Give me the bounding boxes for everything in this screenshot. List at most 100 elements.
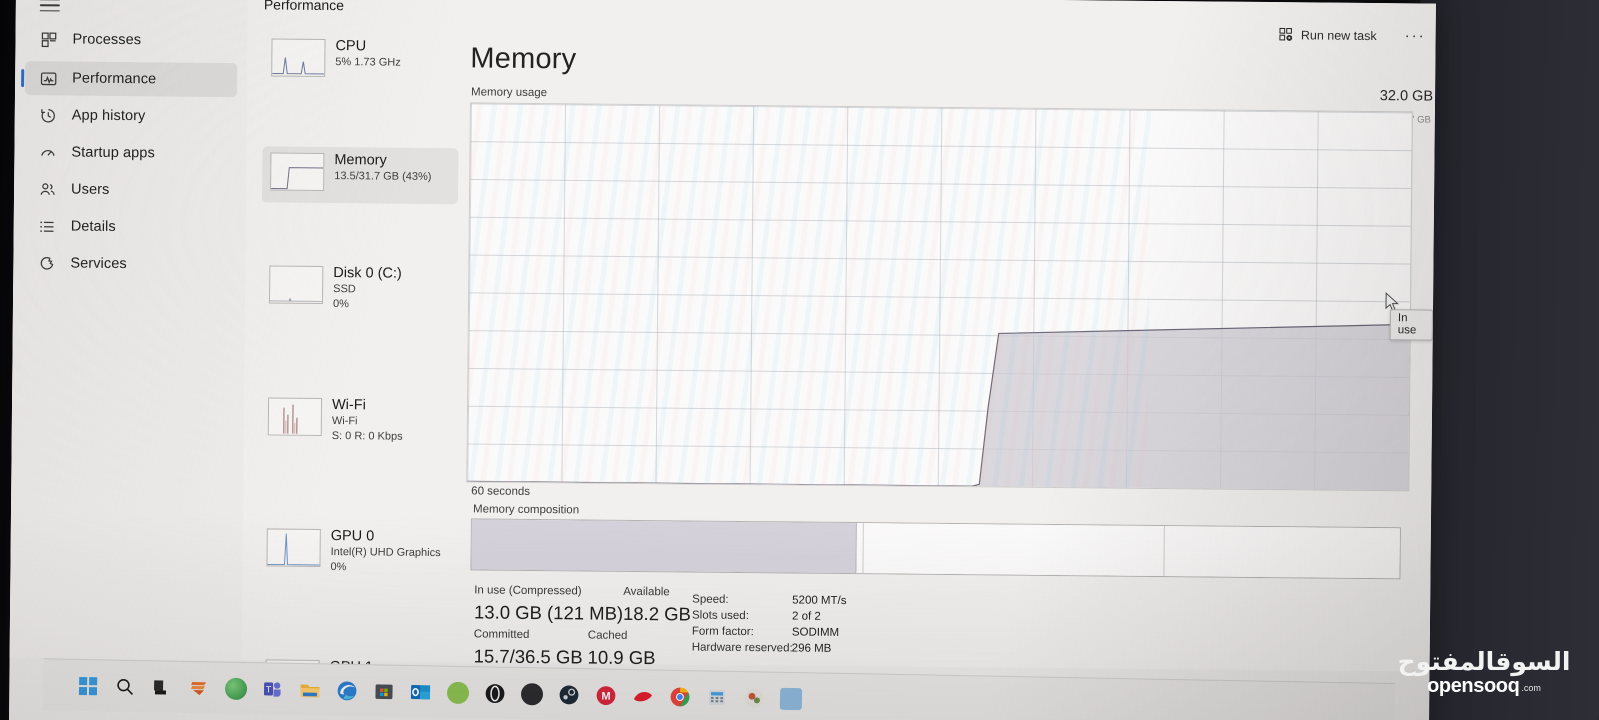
folder-icon bbox=[299, 684, 320, 697]
app-icon-3[interactable]: M bbox=[587, 678, 625, 713]
resource-detail: 5% 1.73 GHz bbox=[335, 56, 401, 69]
app-glyph bbox=[779, 687, 802, 710]
chrome-icon[interactable] bbox=[661, 679, 699, 714]
performance-icon bbox=[40, 71, 57, 85]
app-icon-2[interactable] bbox=[513, 676, 551, 711]
composition-segment-standby bbox=[863, 523, 1166, 577]
resource-name: Memory bbox=[334, 152, 387, 169]
sidebar-item-label: Details bbox=[70, 218, 116, 235]
sidebar-item-users[interactable]: Users bbox=[24, 172, 236, 208]
resource-list: CPU 5% 1.73 GHz Memory 13.5/31.7 GB (43%… bbox=[260, 32, 460, 705]
sidebar-item-performance[interactable]: Performance bbox=[21, 61, 238, 98]
cached-value: 10.9 GB bbox=[587, 646, 656, 669]
windows-logo-icon bbox=[78, 676, 97, 695]
sidebar-item-services[interactable]: Services bbox=[23, 246, 235, 282]
app-icon-4[interactable] bbox=[624, 678, 662, 713]
resource-value: 0% bbox=[332, 298, 349, 311]
hamburger-menu-icon[interactable] bbox=[36, 0, 84, 21]
calculator-glyph-icon bbox=[708, 689, 725, 705]
outlook-icon[interactable] bbox=[402, 674, 440, 709]
app-glyph bbox=[224, 677, 247, 700]
resource-item-memory[interactable]: Memory 13.5/31.7 GB (43%) bbox=[261, 146, 459, 205]
memory-usage-caption: Memory usage bbox=[470, 86, 548, 100]
search-icon bbox=[116, 678, 133, 695]
edge-icon[interactable] bbox=[328, 673, 366, 708]
page-title: Memory bbox=[470, 42, 577, 76]
resource-name: Wi-Fi bbox=[331, 397, 366, 414]
users-icon bbox=[40, 182, 55, 195]
resource-item-gpu0[interactable]: GPU 0 Intel(R) UHD Graphics 0% bbox=[258, 522, 455, 592]
services-icon bbox=[40, 256, 54, 270]
app-icon-1[interactable] bbox=[217, 671, 255, 706]
sidebar-item-label: App history bbox=[71, 107, 146, 125]
teams-icon[interactable]: T bbox=[254, 672, 292, 707]
cached-label: Cached bbox=[587, 629, 628, 642]
resource-name: GPU 0 bbox=[330, 528, 375, 545]
app-glyph bbox=[446, 681, 469, 704]
opensooq-watermark: السوقالمفتوح opensooq .com bbox=[1377, 630, 1591, 714]
utorrent-icon[interactable] bbox=[439, 675, 477, 710]
startup-apps-icon bbox=[41, 149, 55, 156]
slots-label: Slots used: bbox=[691, 609, 749, 623]
selection-marker bbox=[21, 69, 25, 88]
sidebar-item-label: Performance bbox=[72, 70, 157, 88]
store-icon[interactable] bbox=[365, 674, 403, 709]
memory-mini-graph bbox=[270, 152, 325, 191]
search-button[interactable] bbox=[106, 669, 144, 704]
file-explorer-icon[interactable] bbox=[291, 672, 329, 707]
app-glyph bbox=[633, 691, 652, 701]
outlook-logo-icon bbox=[410, 684, 430, 699]
hardware-reserved-label: Hardware reserved: bbox=[691, 641, 793, 655]
sidebar-item-label: Services bbox=[70, 255, 127, 273]
edge-logo-icon bbox=[337, 680, 356, 700]
steam-icon[interactable] bbox=[550, 677, 588, 712]
app-glyph bbox=[744, 688, 763, 708]
start-button[interactable] bbox=[69, 668, 107, 703]
resource-item-wifi[interactable]: Wi-Fi Wi-Fi S: 0 R: 0 Kbps bbox=[260, 391, 457, 461]
resource-name: CPU bbox=[335, 38, 367, 55]
task-view-button[interactable] bbox=[143, 670, 181, 705]
form-factor-value: SODIMM bbox=[791, 626, 840, 639]
committed-label: Committed bbox=[473, 628, 530, 641]
memory-composition-bar[interactable] bbox=[470, 518, 1401, 580]
sidebar-item-startup-apps[interactable]: Startup apps bbox=[24, 135, 236, 171]
resource-detail: 13.5/31.7 GB (43%) bbox=[334, 170, 432, 183]
graph-tooltip: In use bbox=[1389, 309, 1433, 341]
memory-usage-series bbox=[467, 323, 1410, 491]
memory-statistics: In use (Compressed) 13.0 GB (121 MB) Ava… bbox=[468, 584, 1419, 673]
resource-detail: Wi-Fi bbox=[331, 415, 358, 428]
run-new-task-label: Run new task bbox=[1300, 27, 1377, 43]
resource-item-disk0[interactable]: Disk 0 (C:) SSD 0% bbox=[261, 259, 458, 329]
in-use-value: 13.0 GB (121 MB) bbox=[473, 601, 624, 624]
resource-item-cpu[interactable]: CPU 5% 1.73 GHz bbox=[263, 32, 460, 90]
speed-value: 5200 MT/s bbox=[792, 594, 847, 607]
sidebar-item-label: Startup apps bbox=[71, 144, 155, 162]
wifi-mini-graph bbox=[267, 397, 323, 436]
app-icon-5[interactable] bbox=[735, 680, 773, 715]
speed-label: Speed: bbox=[692, 593, 729, 606]
processes-icon bbox=[41, 31, 57, 47]
navigation-rail: Processes Performance App history Startu… bbox=[9, 0, 248, 661]
watermark-arabic-text: السوقالمفتوح bbox=[1397, 646, 1572, 676]
sidebar-item-processes[interactable]: Processes bbox=[25, 22, 237, 58]
composition-segment-free bbox=[1164, 526, 1400, 579]
task-manager-window: Processes Performance App history Startu… bbox=[9, 0, 1436, 705]
graph-max-label: 32.0 GB bbox=[1379, 88, 1434, 105]
app-glyph bbox=[520, 682, 543, 705]
app-icon-6[interactable] bbox=[772, 681, 810, 716]
disk-mini-graph bbox=[269, 265, 324, 304]
resource-detail: Intel(R) UHD Graphics bbox=[330, 546, 441, 560]
sidebar-item-details[interactable]: Details bbox=[24, 209, 236, 245]
memory-detail-pane: Run new task ··· Memory Memory usage 32.… bbox=[462, 0, 1436, 672]
widgets-button[interactable] bbox=[180, 670, 218, 705]
sidebar-item-app-history[interactable]: App history bbox=[25, 98, 237, 134]
photo-of-laptop-screen: Processes Performance App history Startu… bbox=[0, 0, 1599, 720]
form-factor-label: Form factor: bbox=[691, 625, 754, 639]
slots-value: 2 of 2 bbox=[791, 610, 821, 623]
opera-gx-icon[interactable] bbox=[476, 676, 514, 711]
watermark-domain-suffix: .com bbox=[1521, 682, 1541, 693]
calculator-icon[interactable] bbox=[698, 680, 736, 715]
more-options-button[interactable]: ··· bbox=[1401, 27, 1430, 44]
available-value: 18.2 GB bbox=[622, 602, 692, 625]
run-new-task-button[interactable]: Run new task bbox=[1271, 24, 1385, 46]
